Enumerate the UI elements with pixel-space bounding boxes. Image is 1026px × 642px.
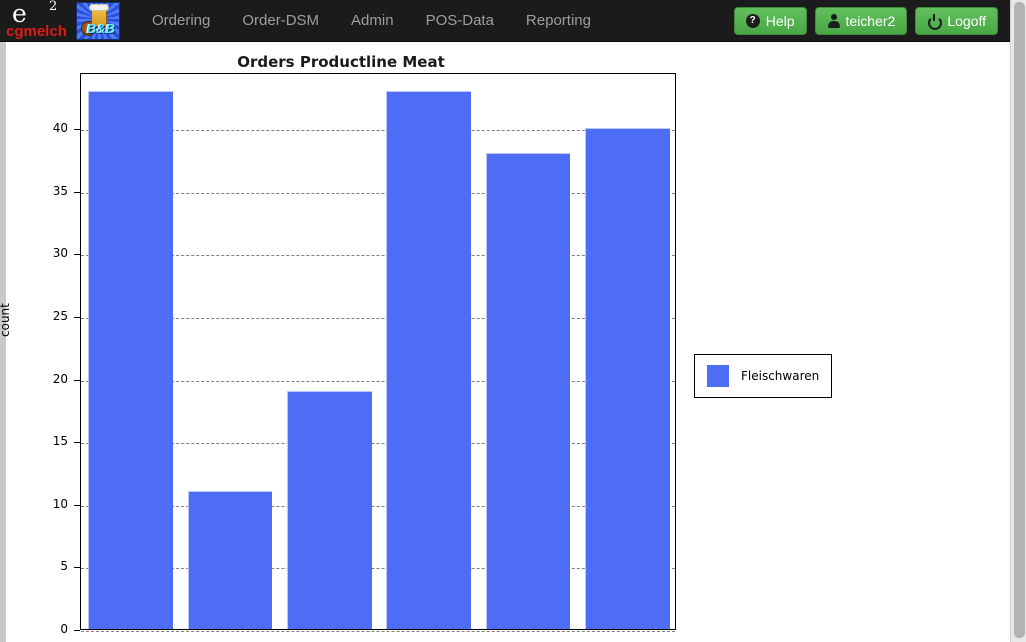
brand-wordmark: cgmelch — [6, 24, 67, 39]
brand-superscript: 2 — [49, 0, 57, 13]
help-button[interactable]: ? Help — [734, 7, 807, 35]
help-circle-icon: ? — [746, 14, 760, 28]
y-tick-label: 40 — [40, 121, 68, 135]
brand-logo[interactable]: e 2 cgmelch — [2, 0, 74, 42]
y-tick-mark — [74, 505, 80, 506]
y-tick-mark — [74, 254, 80, 255]
power-icon — [927, 14, 941, 28]
y-tick-label: 30 — [40, 246, 68, 260]
bar[interactable] — [188, 491, 272, 629]
y-tick-mark — [74, 129, 80, 130]
gridline — [81, 631, 675, 632]
y-tick-mark — [74, 317, 80, 318]
nav-item-admin[interactable]: Admin — [335, 2, 410, 39]
account-button[interactable]: teicher2 — [815, 7, 908, 35]
legend-label-fleischwaren: Fleischwaren — [741, 369, 819, 383]
bar[interactable] — [287, 391, 371, 629]
y-tick-mark — [74, 442, 80, 443]
y-tick-label: 20 — [40, 372, 68, 386]
chart-legend: Fleischwaren — [694, 354, 832, 398]
top-navigation-bar: e 2 cgmelch B&B Ordering Order-DSM Admin… — [0, 0, 1010, 42]
nav-links: Ordering Order-DSM Admin POS-Data Report… — [136, 2, 607, 39]
brand-mark: e — [12, 1, 26, 26]
y-tick-label: 5 — [40, 559, 68, 573]
bar[interactable] — [585, 128, 669, 629]
y-tick-mark — [74, 567, 80, 568]
account-button-label: teicher2 — [846, 13, 896, 29]
nav-item-ordering[interactable]: Ordering — [136, 2, 226, 39]
legend-swatch-fleischwaren — [707, 365, 729, 387]
y-tick-label: 25 — [40, 309, 68, 323]
y-tick-mark — [74, 630, 80, 631]
beer-mug-app-icon[interactable]: B&B — [76, 2, 120, 40]
nav-item-pos-data[interactable]: POS-Data — [410, 2, 510, 39]
y-tick-mark — [74, 192, 80, 193]
help-button-label: Help — [766, 13, 795, 29]
y-tick-label: 10 — [40, 497, 68, 511]
y-tick-mark — [74, 380, 80, 381]
y-tick-label: 15 — [40, 434, 68, 448]
bar[interactable] — [486, 153, 570, 629]
nav-item-order-dsm[interactable]: Order-DSM — [226, 2, 335, 39]
y-tick-label: 35 — [40, 184, 68, 198]
nav-item-reporting[interactable]: Reporting — [510, 2, 607, 39]
y-axis-title: count — [0, 303, 12, 337]
logoff-button[interactable]: Logoff — [915, 7, 998, 35]
scrollbar-thumb[interactable] — [1014, 2, 1025, 638]
app-window: e 2 cgmelch B&B Ordering Order-DSM Admin… — [0, 0, 1026, 642]
app-icon-label: B&B — [84, 22, 118, 36]
nav-actions: ? Help teicher2 Logoff — [734, 7, 1010, 35]
plot-area — [80, 73, 676, 630]
chart-title: Orders Productline Meat — [6, 53, 676, 71]
logoff-button-label: Logoff — [947, 13, 986, 29]
chart-container: Orders Productline Meat count 0510152025… — [6, 42, 1010, 642]
bar[interactable] — [88, 91, 172, 629]
content-area: Orders Productline Meat count 0 5 10 15 20 25… — [0, 42, 1010, 642]
user-icon — [827, 14, 840, 28]
foam-icon — [89, 4, 109, 11]
bar[interactable] — [386, 91, 470, 629]
y-tick-label: 0 — [40, 622, 68, 636]
vertical-scrollbar[interactable] — [1010, 0, 1026, 642]
